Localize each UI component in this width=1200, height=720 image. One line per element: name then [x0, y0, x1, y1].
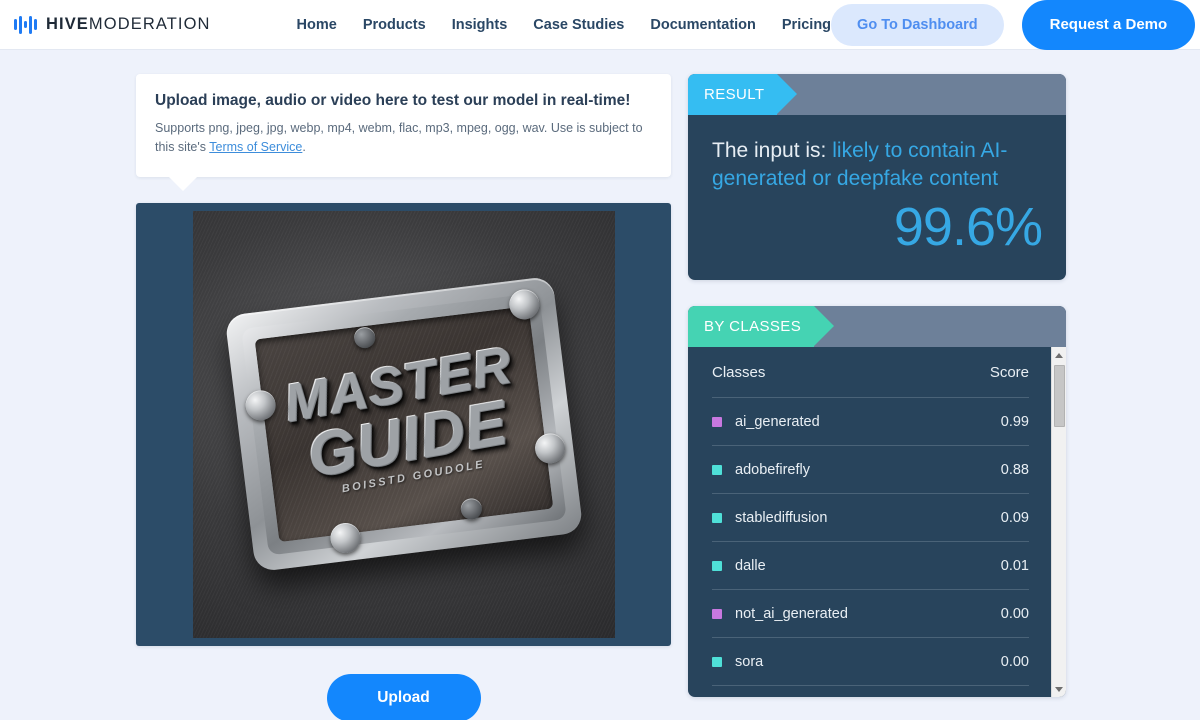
class-color-swatch-icon	[712, 656, 722, 667]
upload-button-row: Upload	[136, 673, 671, 720]
class-score-cell: 0.09	[1000, 509, 1029, 526]
request-demo-button[interactable]: Request a Demo	[1021, 0, 1196, 50]
uploaded-image-preview: MASTER GUIDE BOISSTD GOUDOLE	[192, 210, 615, 638]
class-color-swatch-icon	[712, 464, 722, 475]
nav-item-insights[interactable]: Insights	[452, 17, 508, 33]
supports-suffix: .	[302, 140, 306, 155]
by-classes-panel-header: BY CLASSES	[688, 306, 1066, 348]
class-label: ai_generated	[735, 413, 820, 430]
class-color-swatch-icon	[712, 560, 722, 571]
upload-button[interactable]: Upload	[326, 673, 481, 720]
class-score-cell: 0.00	[1000, 653, 1029, 670]
class-name-cell: dalle	[712, 558, 1001, 574]
class-label: not_ai_generated	[735, 605, 848, 622]
table-row[interactable]: not_ai_generated 0.00	[712, 590, 1029, 639]
go-to-dashboard-button[interactable]: Go To Dashboard	[831, 3, 1004, 46]
class-name-cell: ai_generated	[712, 414, 1001, 430]
table-row[interactable]: adobefirefly 0.88	[712, 446, 1029, 495]
terms-of-service-link[interactable]: Terms of Service	[209, 140, 302, 154]
result-panel: RESULT The input is: likely to contain A…	[688, 74, 1066, 281]
result-score-value: 99.6%	[893, 197, 1043, 258]
brand-name-light: MODERATION	[88, 15, 211, 33]
tab-by-classes[interactable]: BY CLASSES	[688, 306, 835, 348]
class-label: stablediffusion	[735, 509, 828, 526]
upload-supported-formats: Supports png, jpeg, jpg, webp, mp4, webm…	[155, 119, 652, 158]
scroll-down-arrow-icon[interactable]	[1052, 681, 1067, 697]
scrollbar-thumb[interactable]	[1053, 365, 1065, 428]
column-header-score: Score	[989, 363, 1029, 381]
brand-text: HIVEMODERATION	[46, 15, 211, 34]
upload-column: Upload image, audio or video here to tes…	[136, 74, 671, 720]
plaque-graphic: MASTER GUIDE BOISSTD GOUDOLE	[224, 276, 583, 573]
class-name-cell: not_ai_generated	[712, 606, 1001, 622]
table-row[interactable]: sora 0.00	[712, 638, 1029, 687]
class-color-swatch-icon	[712, 416, 722, 427]
results-column: RESULT The input is: likely to contain A…	[688, 74, 1067, 698]
class-name-cell: stablediffusion	[712, 510, 1001, 526]
nav-item-pricing[interactable]: Pricing	[782, 17, 831, 33]
class-label: dalle	[735, 557, 766, 574]
class-score-cell: 0.00	[1000, 605, 1029, 622]
tab-result[interactable]: RESULT	[688, 74, 799, 115]
brand-logo[interactable]: HIVEMODERATION	[14, 15, 211, 35]
header-actions: Go To Dashboard Request a Demo	[831, 0, 1196, 50]
site-header: HIVEMODERATION Home Products Insights Ca…	[0, 0, 1200, 50]
class-label: sora	[735, 653, 764, 670]
waveform-bars-icon	[14, 15, 37, 35]
class-name-cell: sora	[712, 654, 1001, 670]
class-score-cell: 0.99	[1000, 413, 1029, 430]
by-classes-panel: BY CLASSES Classes Score ai_generated 0.…	[688, 306, 1067, 698]
table-row[interactable]: dalle 0.01	[712, 542, 1029, 591]
plaque-text-group: MASTER GUIDE BOISSTD GOUDOLE	[254, 335, 553, 509]
media-preview-frame[interactable]: MASTER GUIDE BOISSTD GOUDOLE	[136, 202, 671, 646]
table-row[interactable]: ai_generated 0.99	[712, 398, 1029, 447]
nav-item-products[interactable]: Products	[363, 17, 426, 33]
tab-by-classes-label: BY CLASSES	[704, 318, 802, 336]
tab-result-label: RESULT	[704, 86, 765, 103]
result-panel-header: RESULT	[688, 74, 1066, 115]
page-body: Upload image, audio or video here to tes…	[0, 50, 1200, 720]
class-label: adobefirefly	[735, 461, 810, 478]
table-row[interactable]: stablediffusion 0.09	[712, 494, 1029, 543]
column-header-classes: Classes	[712, 363, 766, 381]
classes-table: Classes Score ai_generated 0.99 adobefir…	[688, 347, 1051, 697]
classes-scroll-region: Classes Score ai_generated 0.99 adobefir…	[688, 347, 1067, 698]
class-score-cell: 0.88	[1000, 461, 1029, 478]
plaque-inner-bezel: MASTER GUIDE BOISSTD GOUDOLE	[240, 292, 567, 556]
result-panel-body: The input is: likely to contain AI-gener…	[688, 115, 1066, 280]
nav-item-home[interactable]: Home	[297, 17, 337, 33]
nav-item-documentation[interactable]: Documentation	[650, 17, 756, 33]
upload-instructions-card: Upload image, audio or video here to tes…	[136, 74, 671, 191]
class-color-swatch-icon	[712, 608, 722, 619]
class-name-cell: adobefirefly	[712, 462, 1001, 478]
plaque-face: MASTER GUIDE BOISSTD GOUDOLE	[254, 306, 553, 543]
result-lead-text: The input is:	[712, 139, 827, 162]
result-sentence: The input is: likely to contain AI-gener…	[712, 137, 1042, 192]
table-header-row: Classes Score	[712, 347, 1029, 399]
class-color-swatch-icon	[712, 512, 722, 523]
upload-title: Upload image, audio or video here to tes…	[155, 92, 631, 109]
nav-item-case-studies[interactable]: Case Studies	[533, 17, 624, 33]
class-score-cell: 0.01	[1000, 557, 1029, 574]
scroll-up-arrow-icon[interactable]	[1052, 347, 1067, 363]
classes-scrollbar[interactable]	[1051, 347, 1067, 698]
main-navigation: Home Products Insights Case Studies Docu…	[297, 17, 832, 33]
brand-name-strong: HIVE	[46, 15, 89, 33]
